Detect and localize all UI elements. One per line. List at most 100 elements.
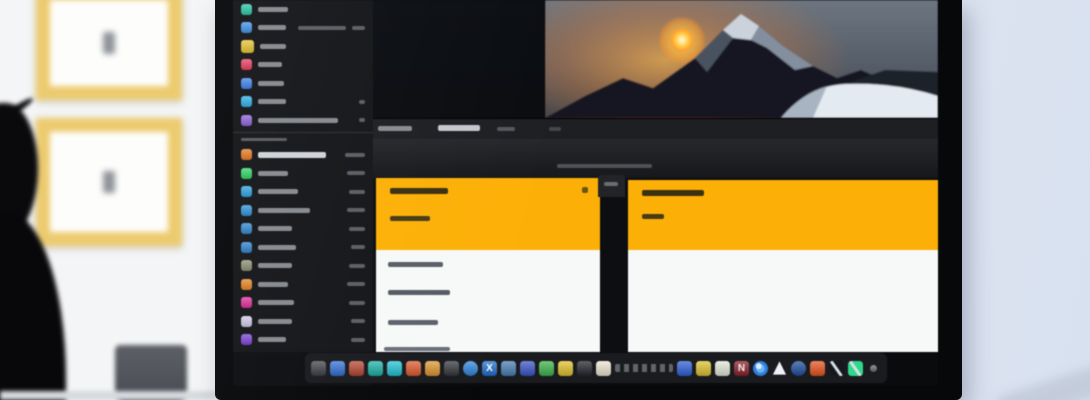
diagonal-green-icon[interactable]: [848, 361, 863, 376]
mountain-sunset-image: [545, 0, 938, 118]
sidebar-row[interactable]: [233, 164, 373, 183]
dock-app-icon-6[interactable]: [406, 361, 421, 376]
dock-app-icon-18[interactable]: [696, 361, 711, 376]
sidebar-row[interactable]: [233, 19, 373, 38]
file-size-smudge: [345, 153, 365, 157]
dock-app-icon-7[interactable]: [425, 361, 440, 376]
dock-app-icon-8[interactable]: [444, 361, 459, 376]
file-type-icon: [241, 96, 252, 107]
file-name-smudge: [258, 337, 286, 342]
file-name-smudge: [258, 99, 286, 104]
card-text-smudge: [388, 290, 450, 295]
dock-app-circle-icon-24[interactable]: [791, 361, 806, 376]
sidebar-row[interactable]: [233, 312, 373, 331]
file-name-smudge: [258, 263, 292, 268]
card-panel-right[interactable]: [628, 180, 938, 352]
file-type-icon: [241, 260, 252, 271]
card-text-smudge: [388, 320, 438, 325]
file-name-smudge: [258, 226, 292, 231]
sidebar-row[interactable]: [233, 294, 373, 313]
file-type-icon: [241, 168, 252, 179]
card-panel-left[interactable]: [376, 178, 600, 352]
preview-area: [373, 0, 938, 118]
preview-toolbar: [373, 118, 938, 139]
dock-app-icon-14[interactable]: [558, 361, 573, 376]
card-text-smudge: [388, 262, 443, 267]
panel-divider-tab[interactable]: [598, 175, 625, 197]
dock-app-icon-25[interactable]: [810, 361, 825, 376]
file-name-smudge: [258, 171, 288, 176]
sidebar-row[interactable]: [233, 111, 373, 130]
dock-app-icon-4[interactable]: [368, 361, 383, 376]
file-size-smudge: [349, 264, 365, 268]
file-type-icon: [241, 22, 252, 33]
small-dot-icon[interactable]: [870, 365, 877, 372]
file-name-smudge: [260, 44, 286, 49]
screen: [233, 0, 938, 386]
dock: [305, 353, 887, 383]
x-letter-app-icon[interactable]: [482, 361, 497, 376]
sidebar-row[interactable]: [233, 37, 373, 56]
sidebar-row[interactable]: [233, 0, 373, 19]
dock-app-icon-12[interactable]: [520, 361, 535, 376]
file-type-icon: [241, 223, 252, 234]
card-text-smudge: [384, 347, 450, 351]
file-type-icon: [241, 115, 252, 126]
dock-app-icon-16[interactable]: [596, 361, 611, 376]
sidebar-row-selected[interactable]: [233, 349, 373, 352]
dock-app-icon-11[interactable]: [501, 361, 516, 376]
sidebar-row[interactable]: [233, 331, 373, 350]
sidebar-row[interactable]: [233, 146, 373, 165]
dock-app-icon-5[interactable]: [387, 361, 402, 376]
file-type-icon: [241, 205, 252, 216]
sidebar-row[interactable]: [233, 74, 373, 93]
dock-app-icon-17[interactable]: [677, 361, 692, 376]
file-type-icon: [241, 78, 252, 89]
sidebar-row[interactable]: [233, 93, 373, 112]
dock-app-icon-19[interactable]: [715, 361, 730, 376]
file-name-smudge: [258, 62, 282, 67]
file-type-icon: [241, 186, 252, 197]
toolbar-text-smudge: [549, 127, 561, 131]
file-name-smudge: [258, 81, 284, 86]
dock-app-icon-2[interactable]: [330, 361, 345, 376]
file-size-smudge: [349, 190, 365, 194]
sidebar-row[interactable]: [233, 56, 373, 75]
browser-swirl-icon[interactable]: [753, 361, 768, 376]
file-size-smudge: [347, 171, 365, 175]
n-letter-app-icon[interactable]: [734, 361, 749, 376]
sidebar-row[interactable]: [233, 275, 373, 294]
file-size-smudge: [349, 227, 365, 231]
sidebar-row[interactable]: [233, 257, 373, 276]
file-name-smudge: [258, 208, 310, 213]
file-name-smudge: [258, 282, 288, 287]
toolbar-text-smudge: [497, 127, 515, 131]
sidebar-row[interactable]: [233, 183, 373, 202]
card-text-smudge: [582, 187, 588, 193]
sidebar-row[interactable]: [233, 238, 373, 257]
file-name-smudge: [258, 319, 292, 324]
dock-app-icon-15[interactable]: [577, 361, 592, 376]
diagonal-dark-icon[interactable]: [829, 361, 844, 376]
minimized-items-glyphs[interactable]: [615, 364, 673, 372]
monitor-stand-shadow: [996, 364, 1090, 400]
sidebar-row[interactable]: [233, 220, 373, 239]
timeline-band: [373, 139, 938, 178]
dock-app-icon-1[interactable]: [311, 361, 326, 376]
dock-app-circle-icon-9[interactable]: [463, 361, 478, 376]
mountain-sunset-art: [545, 0, 938, 118]
file-size-smudge: [359, 100, 365, 104]
file-name-smudge: [258, 152, 326, 158]
file-size-smudge: [351, 338, 365, 342]
preview-letterbox: [373, 0, 545, 118]
dock-app-icon-13[interactable]: [539, 361, 554, 376]
sidebar-row[interactable]: [233, 201, 373, 220]
sidebar-section-header: [233, 134, 373, 146]
file-type-icon: [241, 40, 254, 53]
picture-frame-bottom: [36, 118, 182, 246]
dock-app-icon-3[interactable]: [349, 361, 364, 376]
monitor: [215, 0, 962, 400]
caption-text-smudge: [557, 164, 652, 168]
play-triangle-icon[interactable]: [772, 361, 787, 376]
file-size-smudge: [352, 26, 365, 30]
